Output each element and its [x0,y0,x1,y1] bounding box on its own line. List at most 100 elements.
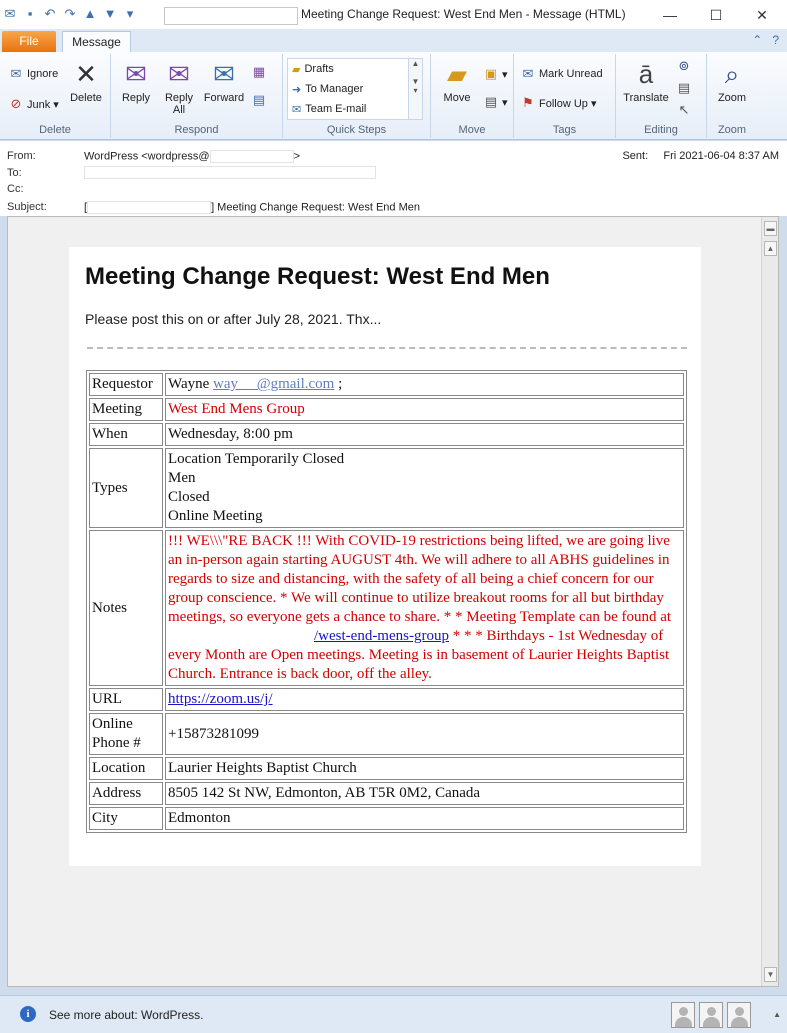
requestor-email-link[interactable]: way @gmail.com [213,376,334,392]
related-icon: ▤ [677,80,691,95]
find-button[interactable]: ⊚ [676,58,692,74]
forward-button[interactable]: ✉ Forward [201,58,247,104]
quick-steps-group: ▰ Drafts ➜ To Manager ✉ Team E-mail ▲ ▼ ▾ … [283,54,431,138]
zoom-label: Zoom [717,92,747,104]
avatar[interactable] [671,1002,695,1028]
envelope-icon[interactable]: ✉ [2,6,18,22]
respond-group: ✉ Reply ✉ Reply All ✉ Forward ▦ ▤ Respon… [111,54,283,138]
row-label: Types [89,448,163,528]
ribbon-tabs: File Message ⌃ ? [0,30,787,53]
up-arrow-icon[interactable]: ▲ [82,6,98,22]
type-item: Men [168,470,196,486]
translate-button[interactable]: ā Translate [618,58,674,104]
quick-access-toolbar: ✉ ▪ ↶ ↷ ▲ ▼ ▾ [2,6,138,22]
ignore-button[interactable]: ✉ Ignore [8,66,59,82]
folder-icon: ▰ [292,63,301,76]
quick-step-label: To Manager [305,83,364,95]
message-intro: Please post this on or after July 28, 20… [85,311,382,327]
see-more-text[interactable]: See more about: WordPress. [49,1008,204,1022]
more-respond-button[interactable]: ▤ [251,92,267,108]
reply-icon: ✉ [125,59,147,89]
collapse-ribbon-icon[interactable]: ⌃ [752,33,762,47]
scroll-down-arrow[interactable]: ▼ [764,967,777,982]
move-button[interactable]: ▰ Move [437,58,477,104]
editing-group: ā Translate ⊚ ▤ ↖ Editing [616,54,707,138]
forward-label: Forward [203,92,245,104]
table-row: When Wednesday, 8:00 pm [89,423,684,446]
to-value[interactable] [84,166,376,179]
magnifier-icon: ⌕ [724,59,740,89]
meeting-reply-button[interactable]: ▦ [251,64,267,80]
dropdown-icon: ▾ [502,68,508,81]
customize-icon[interactable]: ▾ [122,6,138,22]
scroll-split-icon[interactable]: ▬ [764,221,777,236]
message-body-frame[interactable]: Meeting Change Request: West End Men Ple… [7,216,779,987]
notes-link[interactable]: /west-end-mens-group [314,628,449,644]
delete-icon: ✕ [75,59,97,89]
reply-all-icon: ✉ [168,59,190,89]
related-button[interactable]: ▤ [676,80,692,96]
minimize-button[interactable]: — [647,0,693,30]
close-button[interactable]: ✕ [739,0,785,30]
tab-message[interactable]: Message [62,31,131,53]
ignore-label: Ignore [27,68,59,80]
from-label: From: [7,150,36,162]
avatar[interactable] [727,1002,751,1028]
editing-group-label: Editing [644,124,678,136]
move-label: Move [443,92,471,104]
redaction-box [84,166,376,179]
quick-step-team-email[interactable]: ✉ Team E-mail [288,99,422,119]
junk-label: Junk ▾ [27,98,59,111]
scroll-up-arrow[interactable]: ▲ [764,241,777,256]
quick-step-drafts[interactable]: ▰ Drafts [288,59,422,79]
dropdown-icon: ▾ [502,96,508,109]
quick-steps-scroll[interactable]: ▲ ▼ ▾ [408,59,422,119]
help-icon[interactable]: ? [772,33,779,47]
select-button[interactable]: ↖ [676,102,692,118]
notes-value: !!! WE\\\"RE BACK !!! With COVID-19 rest… [165,530,684,686]
mark-unread-label: Mark Unread [539,68,603,80]
follow-up-button[interactable]: ⚑ Follow Up ▾ [520,95,596,111]
meeting-info-table: Requestor Wayne way @gmail.com ; Meeting… [86,370,687,833]
row-label: When [89,423,163,446]
tags-group: ✉ Mark Unread ⚑ Follow Up ▾ Tags [514,54,616,138]
save-icon[interactable]: ▪ [22,6,38,22]
rules-button[interactable]: ▣ ▾ [483,66,508,82]
actions-button[interactable]: ▤ ▾ [483,94,508,110]
from-suffix: > [293,150,301,163]
avatar[interactable] [699,1002,723,1028]
calendar-icon: ▦ [252,64,266,79]
tab-file[interactable]: File [2,31,56,52]
notes-text-1: !!! WE\\\"RE BACK !!! With COVID-19 rest… [168,533,672,625]
down-arrow-icon[interactable]: ▼ [102,6,118,22]
reply-all-label: Reply All [164,92,194,116]
subject-label: Subject: [7,201,47,213]
expand-people-pane-icon[interactable]: ▲ [773,1010,781,1019]
from-value[interactable]: WordPress <wordpress@ > [84,150,300,163]
quick-step-label: Drafts [304,63,334,75]
row-label: Location [89,757,163,780]
type-item: Closed [168,489,210,505]
row-label: Notes [89,530,163,686]
mark-unread-button[interactable]: ✉ Mark Unread [520,66,603,82]
cc-label: Cc: [7,183,24,195]
zoom-button[interactable]: ⌕ Zoom [713,58,751,104]
undo-icon[interactable]: ↶ [42,6,58,22]
vertical-scrollbar[interactable]: ▬ ▲ ▼ [761,217,778,986]
delete-group: ✉ Ignore ⊘ Junk ▾ ✕ Delete Delete [0,54,111,138]
row-label: Address [89,782,163,805]
info-icon: i [20,1006,36,1022]
reply-all-button[interactable]: ✉ Reply All [159,58,199,116]
people-pane-bar: i See more about: WordPress. ▲ [0,995,787,1033]
reply-button[interactable]: ✉ Reply [117,58,155,104]
subject-value: [] Meeting Change Request: West End Men [84,201,420,214]
subject-suffix: ] Meeting Change Request: West End Men [211,201,420,214]
redo-icon[interactable]: ↷ [62,6,78,22]
zoom-link[interactable]: https://zoom.us/j/ [168,691,273,707]
table-row: Meeting West End Mens Group [89,398,684,421]
table-row: Notes !!! WE\\\"RE BACK !!! With COVID-1… [89,530,684,686]
junk-button[interactable]: ⊘ Junk ▾ [8,96,59,112]
quick-step-to-manager[interactable]: ➜ To Manager [288,79,422,99]
maximize-button[interactable]: ☐ [693,0,739,30]
delete-button[interactable]: ✕ Delete [66,58,106,104]
